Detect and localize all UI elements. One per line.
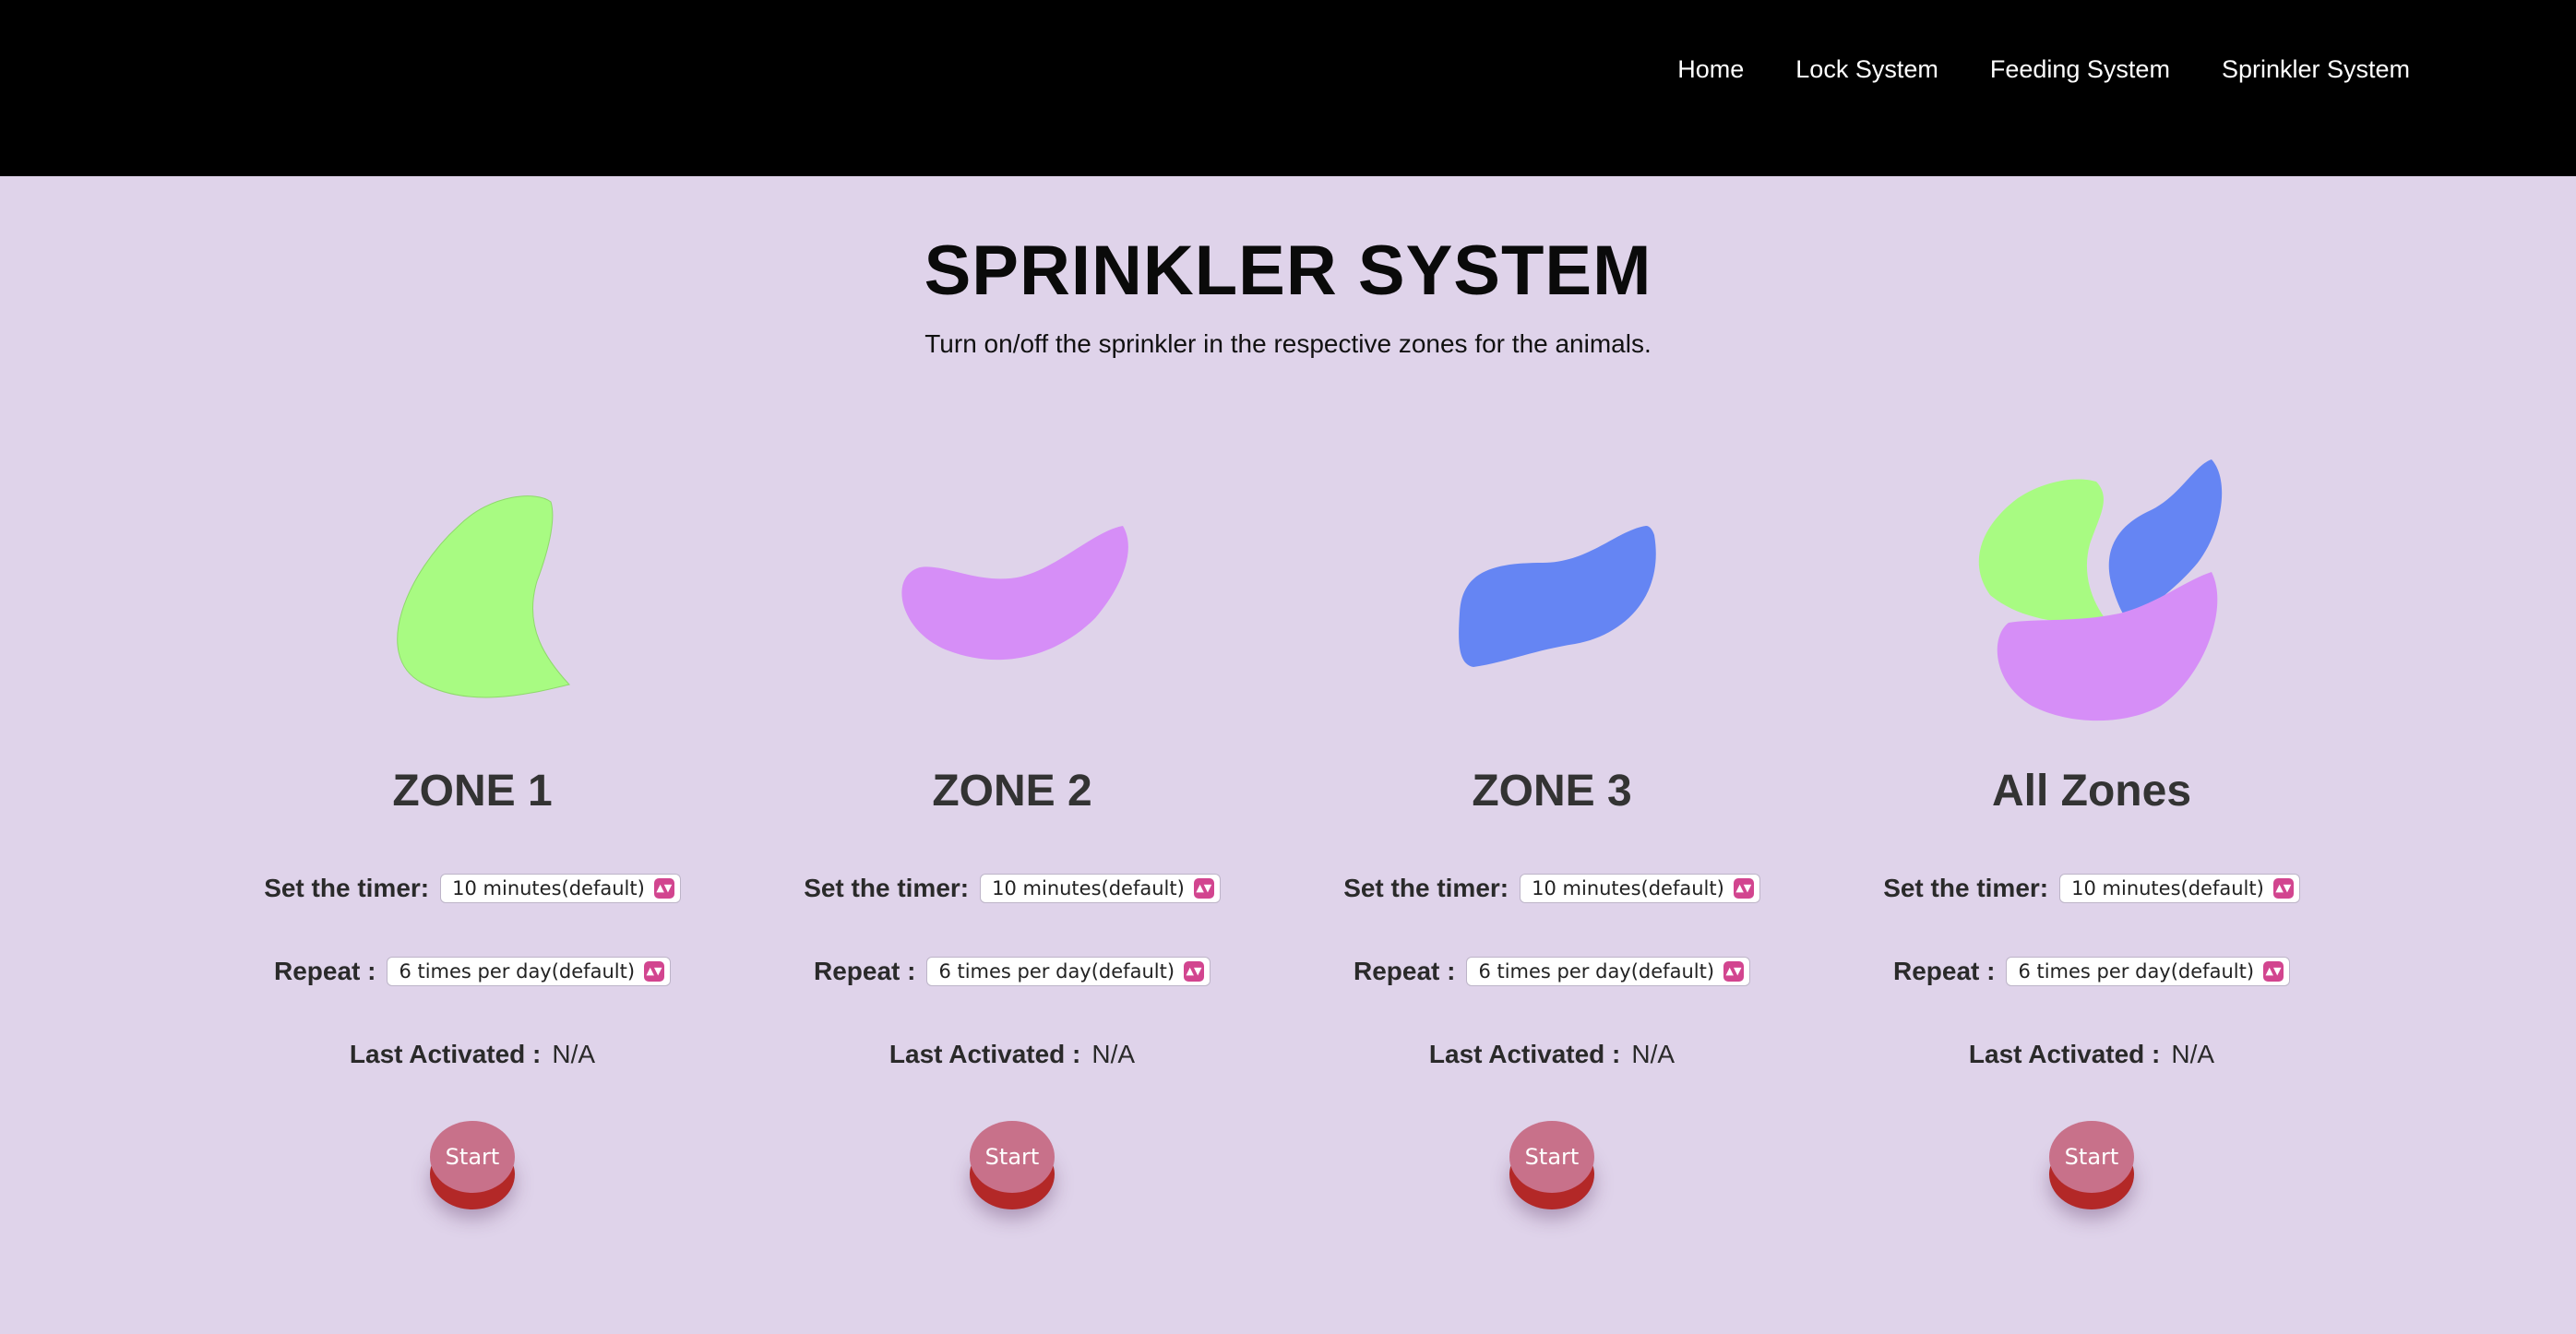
zone-3-repeat-select[interactable]: 6 times per day(default) ▲▼ — [1466, 957, 1751, 986]
start-button-label[interactable]: Start — [430, 1121, 515, 1193]
all-zones-repeat-value: 6 times per day(default) — [2018, 960, 2255, 983]
chevron-updown-icon: ▲▼ — [1733, 878, 1754, 899]
zone-3-start-button[interactable]: Start — [1509, 1121, 1594, 1213]
zone-1-timer-row: Set the timer: 10 minutes(default) ▲▼ — [242, 874, 703, 903]
zone-1-repeat-value: 6 times per day(default) — [399, 960, 636, 983]
chevron-updown-icon: ▲▼ — [1184, 961, 1205, 982]
nav-sprinkler-system-link[interactable]: Sprinkler System — [2222, 54, 2410, 85]
zone-2-repeat-select[interactable]: 6 times per day(default) ▲▼ — [926, 957, 1211, 986]
zone-3-last-row: Last Activated : N/A — [1321, 1040, 1783, 1069]
zone-1-last-row: Last Activated : N/A — [242, 1040, 703, 1069]
zone-1-repeat-select[interactable]: 6 times per day(default) ▲▼ — [387, 957, 672, 986]
zone-2-repeat-value: 6 times per day(default) — [938, 960, 1175, 983]
timer-label: Set the timer: — [264, 874, 430, 902]
all-zones-last-row: Last Activated : N/A — [1861, 1040, 2322, 1069]
chevron-updown-icon: ▲▼ — [2272, 878, 2294, 899]
zone-2-timer-select[interactable]: 10 minutes(default) ▲▼ — [980, 874, 1221, 903]
zone-3-repeat-value: 6 times per day(default) — [1478, 960, 1715, 983]
timer-label: Set the timer: — [1883, 874, 2049, 902]
zone-3-repeat-row: Repeat : 6 times per day(default) ▲▼ — [1321, 957, 1783, 986]
chevron-updown-icon: ▲▼ — [644, 961, 665, 982]
navbar: Home Lock System Feeding System Sprinkle… — [0, 0, 2576, 176]
all-zones-start-button[interactable]: Start — [2049, 1121, 2134, 1213]
start-button-label[interactable]: Start — [970, 1121, 1055, 1193]
zone-2-timer-row: Set the timer: 10 minutes(default) ▲▼ — [781, 874, 1243, 903]
page-subtitle: Turn on/off the sprinkler in the respect… — [924, 329, 1652, 358]
chevron-updown-icon: ▲▼ — [1193, 878, 1214, 899]
repeat-label: Repeat : — [273, 957, 376, 985]
zone-1-start-button[interactable]: Start — [430, 1121, 515, 1213]
last-activated-label: Last Activated : — [349, 1040, 542, 1068]
all-zones-timer-value: 10 minutes(default) — [2071, 877, 2264, 899]
last-activated-label: Last Activated : — [1968, 1040, 2161, 1068]
start-button-label[interactable]: Start — [2049, 1121, 2134, 1193]
zone-1-timer-select[interactable]: 10 minutes(default) ▲▼ — [440, 874, 681, 903]
zone-3-last-activated-value: N/A — [1631, 1040, 1676, 1068]
zone-2-last-activated-value: N/A — [1091, 1040, 1136, 1068]
repeat-label: Repeat : — [1353, 957, 1456, 985]
zone-2-start-button[interactable]: Start — [970, 1121, 1055, 1213]
zone-1-title: ZONE 1 — [392, 767, 553, 816]
all-zones-timer-select[interactable]: 10 minutes(default) ▲▼ — [2059, 874, 2300, 903]
zone-2-timer-value: 10 minutes(default) — [992, 877, 1185, 899]
zone-1-timer-value: 10 minutes(default) — [452, 877, 645, 899]
all-zones-title: All Zones — [1991, 767, 2192, 816]
chevron-updown-icon: ▲▼ — [2263, 961, 2284, 982]
repeat-label: Repeat : — [1892, 957, 1996, 985]
nav-lock-system-link[interactable]: Lock System — [1795, 54, 1938, 85]
all-zones-repeat-select[interactable]: 6 times per day(default) ▲▼ — [2006, 957, 2291, 986]
timer-label: Set the timer: — [804, 874, 970, 902]
zone-3-timer-select[interactable]: 10 minutes(default) ▲▼ — [1520, 874, 1760, 903]
zone-2-repeat-row: Repeat : 6 times per day(default) ▲▼ — [781, 957, 1243, 986]
nav-links: Home Lock System Feeding System Sprinkle… — [1677, 54, 2410, 85]
chevron-updown-icon: ▲▼ — [653, 878, 674, 899]
all-zones-last-activated-value: N/A — [2171, 1040, 2215, 1068]
zone-3-timer-value: 10 minutes(default) — [1532, 877, 1724, 899]
repeat-label: Repeat : — [813, 957, 916, 985]
last-activated-label: Last Activated : — [1428, 1040, 1621, 1068]
zone-2-last-row: Last Activated : N/A — [781, 1040, 1243, 1069]
all-zones-blobs-icon — [1978, 459, 2223, 721]
timer-label: Set the timer: — [1343, 874, 1509, 902]
zone-3-blue-blob-icon — [1459, 526, 1656, 667]
zone-3-title: ZONE 3 — [1472, 767, 1632, 816]
all-zones-repeat-row: Repeat : 6 times per day(default) ▲▼ — [1861, 957, 2322, 986]
zone-1-repeat-row: Repeat : 6 times per day(default) ▲▼ — [242, 957, 703, 986]
nav-feeding-system-link[interactable]: Feeding System — [1990, 54, 2170, 85]
zone-1-last-activated-value: N/A — [552, 1040, 596, 1068]
zone-2-purple-blob-icon — [901, 526, 1128, 661]
start-button-label[interactable]: Start — [1509, 1121, 1594, 1193]
page-title: SPRINKLER SYSTEM — [924, 232, 1652, 310]
last-activated-label: Last Activated : — [888, 1040, 1081, 1068]
zone-3-timer-row: Set the timer: 10 minutes(default) ▲▼ — [1321, 874, 1783, 903]
chevron-updown-icon: ▲▼ — [1723, 961, 1745, 982]
zone-1-green-blob-icon — [397, 495, 570, 698]
nav-home-link[interactable]: Home — [1677, 54, 1744, 85]
all-zones-timer-row: Set the timer: 10 minutes(default) ▲▼ — [1861, 874, 2322, 903]
zone-2-title: ZONE 2 — [932, 767, 1092, 816]
